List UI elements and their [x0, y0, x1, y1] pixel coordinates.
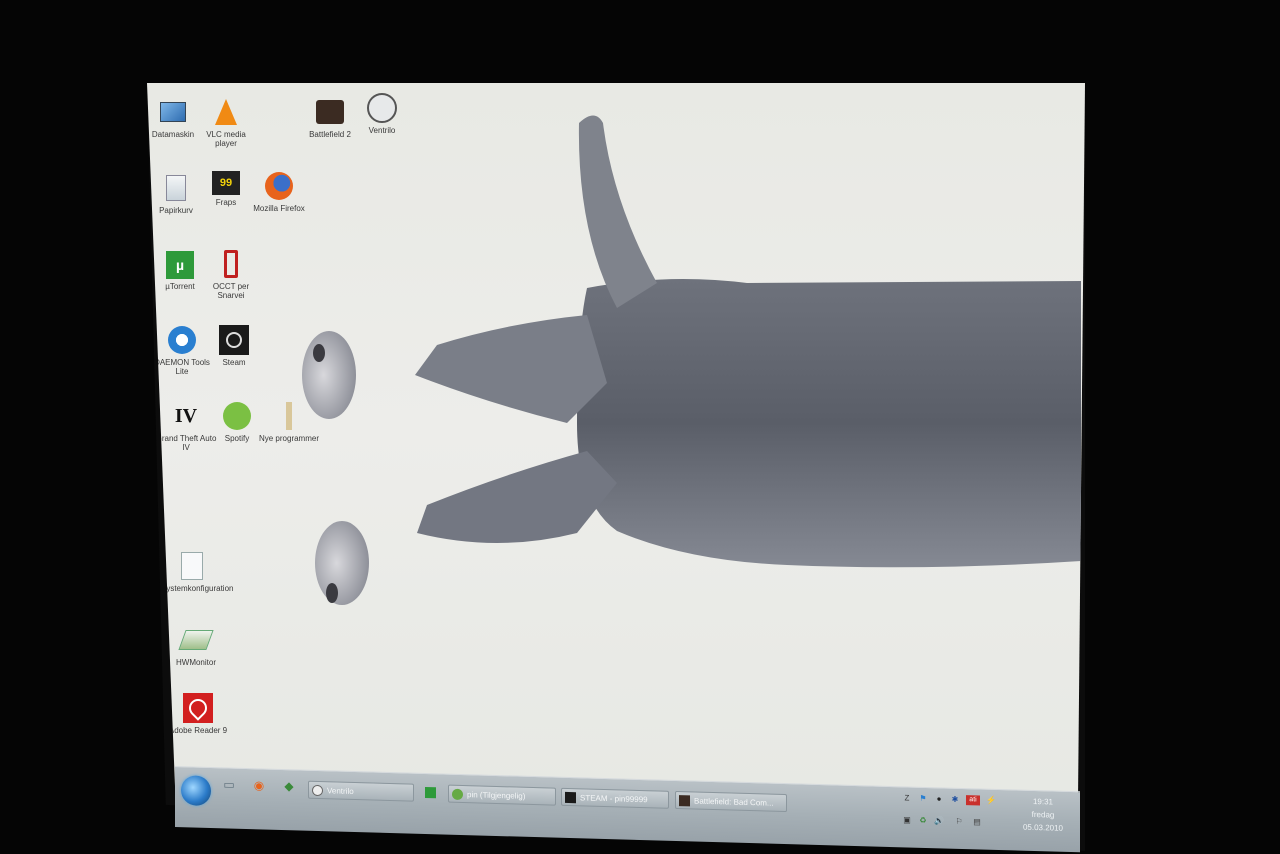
desktop-icon-occt[interactable]: OCCT per Snarvei [200, 249, 262, 300]
tray-bluetooth-icon[interactable]: ✱ [950, 795, 960, 805]
icon-label: Mozilla Firefox [253, 204, 305, 213]
icon-label: HWMonitor [175, 658, 216, 667]
task-ventrilo[interactable]: Ventrilo [308, 780, 414, 802]
task-messenger[interactable]: pin (Tilgjengelig) [448, 784, 556, 806]
icon-label: Adobe Reader 9 [168, 726, 228, 735]
icon-label: Nye programmer [258, 434, 319, 443]
desktop-icon-nye-programmer[interactable]: Nye programmer [258, 401, 320, 443]
tray-volume-icon[interactable]: 🔊 [934, 816, 944, 826]
tray-z-icon[interactable]: Z [902, 793, 912, 803]
desktop-icon-steam[interactable]: Steam [203, 325, 265, 367]
task-label: Ventrilo [327, 786, 354, 796]
task-label: pin (Tilgjengelig) [467, 790, 526, 801]
desktop[interactable]: Datamaskin VLC media player Battlefield … [147, 83, 1085, 851]
tray-steam-icon[interactable]: ● [934, 794, 944, 804]
icon-label: VLC media player [206, 130, 246, 148]
system-tray: Z ⚑ ● ✱ ati ⚡ ▣ ♻ 🔊 ⚐ ▤ [900, 791, 1010, 844]
daemon-tools-icon [167, 325, 197, 355]
ventrilo-headset-icon [367, 93, 397, 123]
task-label: Battlefield: Bad Com... [694, 796, 774, 808]
tray-daemon-icon[interactable]: ⚡ [986, 796, 996, 806]
tray-network-icon[interactable]: ▤ [972, 817, 982, 827]
desktop-icon-systemkonfiguration[interactable]: Systemkonfiguration [161, 551, 234, 593]
gta-badge: IV [174, 404, 198, 427]
tray-windows-flag-icon[interactable]: ⚑ [918, 794, 928, 804]
gta-iv-icon: IV [171, 401, 201, 431]
document-icon [177, 551, 207, 581]
recycle-bin-icon [161, 173, 191, 203]
tray-monitor-icon[interactable]: ▣ [902, 815, 912, 825]
computer-icon [158, 97, 188, 127]
folder-icon [274, 401, 304, 431]
task-battlefield[interactable]: Battlefield: Bad Com... [675, 790, 787, 813]
desktop-icon-vlc[interactable]: VLC media player [195, 97, 257, 148]
messenger-task-icon [452, 788, 463, 801]
icon-label: Systemkonfiguration [161, 584, 234, 593]
clock-date: 05.03.2010 [1022, 822, 1064, 833]
steam-icon [219, 325, 249, 355]
firefox-icon [264, 171, 294, 201]
hwmonitor-icon [178, 625, 214, 655]
tray-amd-icon[interactable]: ati [966, 795, 980, 806]
clock[interactable]: 19:31 fredag 05.03.2010 [1013, 794, 1073, 835]
tray-action-center-icon[interactable]: ⚐ [954, 817, 964, 827]
task-label: STEAM - pin99999 [580, 793, 648, 805]
desktop-icon-ventrilo[interactable]: Ventrilo [351, 93, 413, 135]
steam-task-icon [565, 791, 576, 804]
vlc-cone-icon [211, 97, 241, 127]
occt-icon [216, 249, 246, 279]
tray-recycle-icon[interactable]: ♻ [918, 816, 928, 826]
fraps-icon: 99 [212, 171, 240, 195]
task-steam[interactable]: STEAM - pin99999 [561, 787, 669, 809]
icon-label: OCCT per Snarvei [212, 282, 250, 300]
start-button[interactable] [181, 775, 211, 807]
explorer-folder-icon[interactable]: ▭ [221, 776, 237, 792]
desktop-icon-hwmonitor[interactable]: HWMonitor [165, 625, 227, 667]
adobe-reader-icon [183, 693, 213, 723]
ventrilo-task-icon [312, 784, 323, 797]
media-player-pinned-icon[interactable]: ◆ [281, 778, 297, 794]
firefox-pinned-icon[interactable]: ◉ [251, 777, 267, 793]
spotify-icon [222, 401, 252, 431]
desktop-icon-firefox[interactable]: Mozilla Firefox [248, 171, 310, 213]
fraps-badge: 99 [219, 176, 233, 189]
battlefield-task-icon [679, 795, 690, 807]
icon-label: Papirkurv [159, 206, 193, 215]
icon-label: Steam [222, 358, 246, 367]
battlefield-icon [315, 97, 345, 127]
utorrent-task-icon [425, 786, 436, 799]
utorrent-badge: µ [175, 256, 185, 273]
icon-label: Ventrilo [368, 126, 396, 135]
task-utorrent[interactable] [423, 784, 439, 802]
desktop-icon-adobe-reader[interactable]: Adobe Reader 9 [167, 693, 229, 735]
utorrent-icon: µ [166, 251, 194, 279]
